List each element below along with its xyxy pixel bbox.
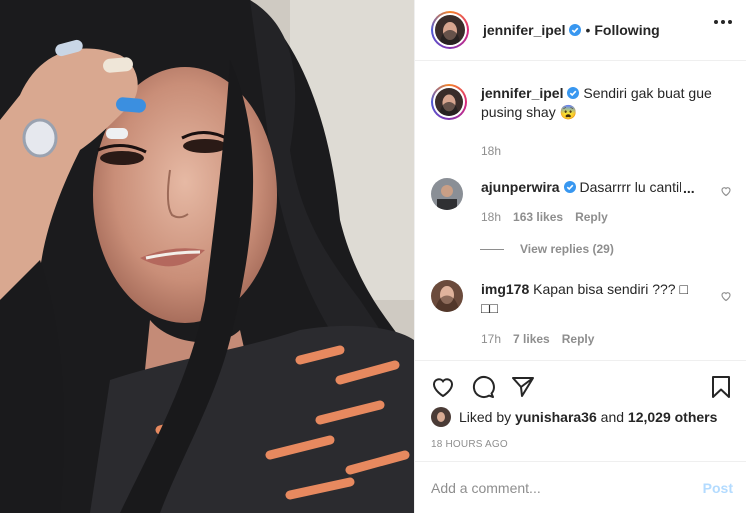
comment-item: ajunperwira Dasarrrr lu cantik ... xyxy=(431,178,731,210)
view-replies-label: View replies (29) xyxy=(520,242,614,256)
liker-username[interactable]: yunishara36 xyxy=(515,409,597,425)
comment-likes[interactable]: 7 likes xyxy=(513,332,550,346)
selfie-image xyxy=(0,0,414,513)
story-ring[interactable] xyxy=(431,11,469,49)
comment-truncate-ellipsis: ... xyxy=(681,180,695,196)
bookmark-icon[interactable] xyxy=(709,375,733,399)
post-sidebar: jennifer_ipel • Following jennifer_ipel … xyxy=(414,0,746,513)
likes-summary: Liked by yunishara36 and 12,029 others xyxy=(431,407,717,427)
comment-icon[interactable] xyxy=(471,375,495,399)
commenter-avatar[interactable] xyxy=(431,178,463,210)
replies-line xyxy=(480,248,504,250)
more-options-icon[interactable] xyxy=(714,20,732,24)
verified-badge-icon xyxy=(563,181,576,193)
commenter-avatar[interactable] xyxy=(431,280,463,312)
verified-badge-icon xyxy=(567,87,580,99)
liker-avatar[interactable] xyxy=(431,407,451,427)
header-separator: • xyxy=(585,22,591,38)
verified-badge-icon xyxy=(569,24,582,36)
likes-prefix: Liked by xyxy=(459,409,516,425)
reply-button[interactable]: Reply xyxy=(562,332,595,346)
view-replies-button[interactable]: View replies (29) xyxy=(480,242,614,256)
instagram-post: jennifer_ipel • Following jennifer_ipel … xyxy=(0,0,746,513)
comment-likes[interactable]: 163 likes xyxy=(513,210,563,224)
heart-icon[interactable] xyxy=(431,375,455,399)
comment-username[interactable]: img178 xyxy=(481,281,529,297)
comment-time[interactable]: 18h xyxy=(481,210,501,224)
comment-time[interactable]: 17h xyxy=(481,332,501,346)
post-timestamp[interactable]: 18 HOURS AGO xyxy=(431,439,508,450)
comment-item: img178 Kapan bisa sendiri ??? □ □□ xyxy=(431,280,731,318)
post-caption: jennifer_ipel Sendiri gak buat gue pusin… xyxy=(431,84,731,161)
heart-icon[interactable] xyxy=(720,185,732,197)
comment-username[interactable]: ajunperwira xyxy=(481,179,560,195)
likes-count[interactable]: 12,029 others xyxy=(628,409,718,425)
avatar[interactable] xyxy=(435,15,465,45)
reply-button[interactable]: Reply xyxy=(575,210,608,224)
comment-input[interactable] xyxy=(431,479,703,496)
post-photo[interactable] xyxy=(0,0,414,513)
comment-meta: 18h 163 likes Reply xyxy=(481,210,608,224)
action-bar xyxy=(415,360,746,410)
likes-middle: and xyxy=(596,409,628,425)
following-button[interactable]: Following xyxy=(594,22,659,38)
post-header: jennifer_ipel • Following xyxy=(415,0,746,61)
heart-icon[interactable] xyxy=(720,290,732,302)
add-comment-bar: Post xyxy=(415,461,746,513)
comment-text: Dasarrrr lu cantik xyxy=(579,179,687,195)
share-icon[interactable] xyxy=(511,375,535,399)
post-button[interactable]: Post xyxy=(703,480,733,496)
comment-meta: 17h 7 likes Reply xyxy=(481,332,594,346)
header-username[interactable]: jennifer_ipel xyxy=(483,22,565,38)
caption-username[interactable]: jennifer_ipel xyxy=(481,85,563,101)
caption-avatar-ring[interactable] xyxy=(431,84,467,120)
caption-time[interactable]: 18h xyxy=(481,142,731,161)
avatar[interactable] xyxy=(435,88,463,116)
